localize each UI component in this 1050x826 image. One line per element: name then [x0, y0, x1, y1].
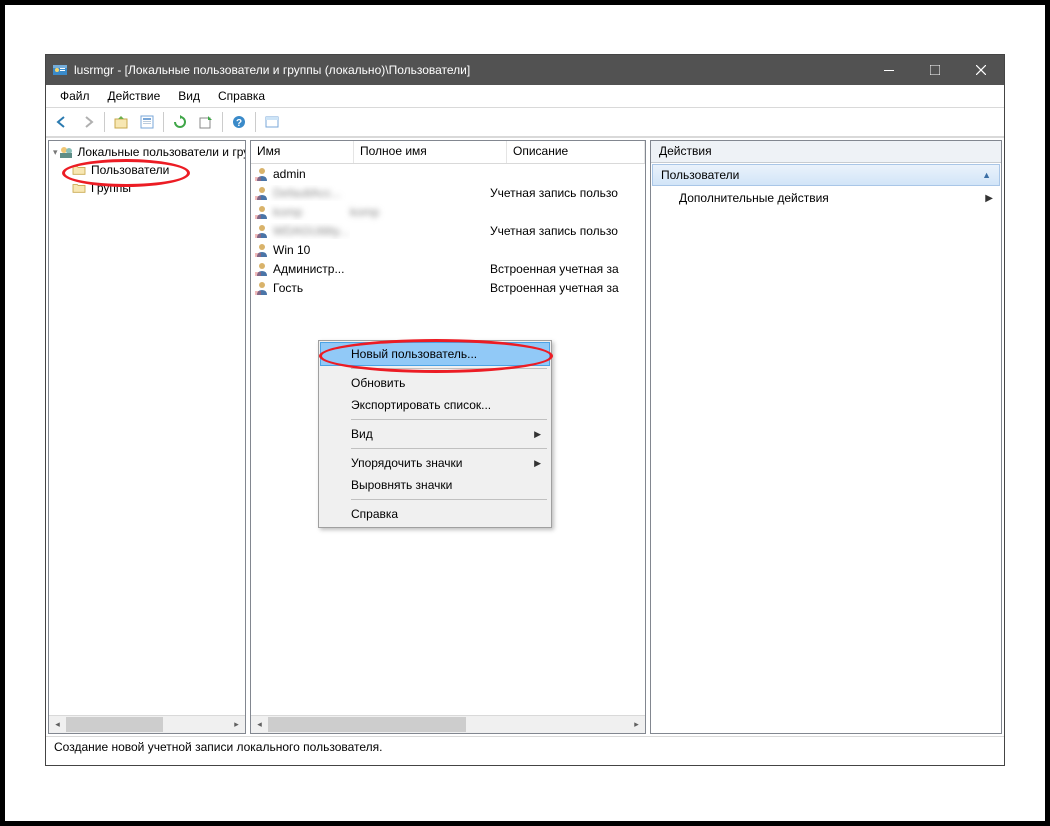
submenu-arrow-icon: ▶	[534, 429, 541, 440]
user-name: admin	[273, 167, 306, 181]
maximize-button[interactable]	[912, 55, 958, 85]
user-icon	[254, 223, 270, 239]
submenu-arrow-icon: ▶	[985, 193, 993, 204]
status-text: Создание новой учетной записи локального…	[54, 740, 382, 754]
minimize-button[interactable]	[866, 55, 912, 85]
menu-action[interactable]: Действие	[100, 87, 169, 105]
col-desc[interactable]: Описание	[507, 141, 645, 163]
user-icon	[254, 204, 270, 220]
ctx-align[interactable]: Выровнять значки	[321, 474, 549, 496]
user-name: Гость	[273, 281, 303, 295]
list-hscroll[interactable]: ◂ ▸	[251, 715, 645, 733]
user-desc: Встроенная учетная за	[490, 281, 645, 295]
folder-icon	[71, 162, 87, 178]
list-header: Имя Полное имя Описание	[251, 141, 645, 164]
scroll-right-button[interactable]: ▸	[628, 716, 645, 733]
app-icon	[52, 62, 68, 78]
user-name: WDAGUtility...	[273, 224, 349, 238]
actions-more[interactable]: Дополнительные действия ▶	[651, 187, 1001, 209]
ctx-help[interactable]: Справка	[321, 503, 549, 525]
user-icon	[254, 166, 270, 182]
tree-pane: ▾ Локальные пользователи и гру Пользоват…	[48, 140, 246, 734]
window-title: lusrmgr - [Локальные пользователи и груп…	[74, 63, 866, 77]
users-groups-icon	[58, 144, 74, 160]
menubar: Файл Действие Вид Справка	[46, 85, 1004, 108]
user-icon	[254, 261, 270, 277]
user-icon	[254, 280, 270, 296]
show-hide-button[interactable]	[260, 110, 284, 134]
ctx-refresh[interactable]: Обновить	[321, 372, 549, 394]
user-desc: Встроенная учетная за	[490, 262, 645, 276]
tree-root-label: Локальные пользователи и гру	[78, 145, 245, 159]
statusbar: Создание новой учетной записи локального…	[46, 736, 1004, 765]
user-desc: Учетная запись пользо	[490, 186, 645, 200]
user-row[interactable]: admin	[251, 164, 645, 183]
refresh-button[interactable]	[168, 110, 192, 134]
col-fullname[interactable]: Полное имя	[354, 141, 507, 163]
submenu-arrow-icon: ▶	[534, 458, 541, 469]
actions-pane: Действия Пользователи ▲ Дополнительные д…	[650, 140, 1002, 734]
ctx-export[interactable]: Экспортировать список...	[321, 394, 549, 416]
actions-more-label: Дополнительные действия	[679, 191, 829, 205]
help-button[interactable]: ?	[227, 110, 251, 134]
collapse-arrow-icon: ▲	[982, 170, 991, 180]
tree-hscroll[interactable]: ◂ ▸	[49, 715, 245, 733]
user-desc: Учетная запись пользо	[490, 224, 645, 238]
user-name: Администр...	[273, 262, 344, 276]
export-button[interactable]	[194, 110, 218, 134]
folder-icon	[71, 180, 87, 196]
tree-groups-label: Группы	[91, 181, 131, 195]
user-row[interactable]: WDAGUtility... Учетная запись пользо	[251, 221, 645, 240]
actions-section-label: Пользователи	[661, 168, 739, 182]
menu-help[interactable]: Справка	[210, 87, 273, 105]
actions-section-users[interactable]: Пользователи ▲	[652, 164, 1000, 186]
actions-header: Действия	[651, 141, 1001, 163]
user-fullname: komp	[350, 205, 490, 219]
tree-users-label: Пользователи	[91, 163, 169, 177]
user-name: DefaultAcc...	[273, 186, 341, 200]
user-name: komp	[273, 205, 302, 219]
menu-file[interactable]: Файл	[52, 87, 98, 105]
tree-root[interactable]: ▾ Локальные пользователи и гру	[49, 143, 245, 161]
user-icon	[254, 242, 270, 258]
tree-groups[interactable]: Группы	[49, 179, 245, 197]
scroll-right-button[interactable]: ▸	[228, 716, 245, 733]
scroll-left-button[interactable]: ◂	[251, 716, 268, 733]
tree-users[interactable]: Пользователи	[49, 161, 245, 179]
menu-view[interactable]: Вид	[170, 87, 208, 105]
up-button[interactable]	[109, 110, 133, 134]
toolbar: ?	[46, 108, 1004, 137]
user-row[interactable]: Администр... Встроенная учетная за	[251, 259, 645, 278]
properties-button[interactable]	[135, 110, 159, 134]
tree-body: ▾ Локальные пользователи и гру Пользоват…	[49, 141, 245, 715]
ctx-view[interactable]: Вид▶	[321, 423, 549, 445]
user-row[interactable]: komp komp	[251, 202, 645, 221]
ctx-new-user[interactable]: Новый пользователь...	[320, 342, 550, 366]
scroll-left-button[interactable]: ◂	[49, 716, 66, 733]
titlebar: lusrmgr - [Локальные пользователи и груп…	[46, 55, 1004, 85]
forward-button[interactable]	[76, 110, 100, 134]
close-button[interactable]	[958, 55, 1004, 85]
ctx-arrange[interactable]: Упорядочить значки▶	[321, 452, 549, 474]
user-row[interactable]: Гость Встроенная учетная за	[251, 278, 645, 297]
user-icon	[254, 185, 270, 201]
user-row[interactable]: Win 10	[251, 240, 645, 259]
back-button[interactable]	[50, 110, 74, 134]
user-name: Win 10	[273, 243, 310, 257]
svg-text:?: ?	[236, 118, 242, 129]
user-row[interactable]: DefaultAcc... Учетная запись пользо	[251, 183, 645, 202]
context-menu: Новый пользователь... Обновить Экспортир…	[318, 340, 552, 528]
col-name[interactable]: Имя	[251, 141, 354, 163]
